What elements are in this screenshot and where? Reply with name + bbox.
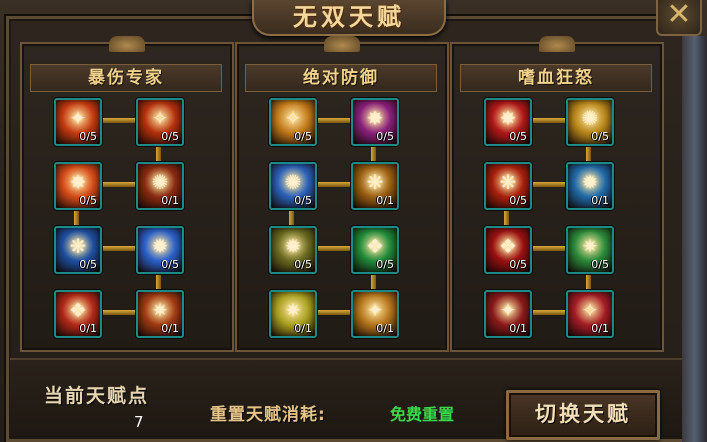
skill-level: 0/1 — [376, 194, 394, 207]
talent-link — [504, 208, 509, 226]
crest-ornament — [539, 36, 575, 52]
talent-skill-slot[interactable]: ✦ 0/1 — [484, 290, 532, 338]
background-scenery — [682, 36, 707, 442]
skill-level: 0/1 — [591, 194, 609, 207]
talent-link — [528, 310, 566, 315]
skill-level: 0/5 — [376, 258, 394, 271]
panel-title: 嗜血狂怒 — [460, 64, 652, 92]
talent-link — [156, 272, 161, 290]
talent-skill-slot[interactable]: ✦ 0/5 — [54, 98, 102, 146]
talent-link — [586, 144, 591, 162]
talent-points-label: 当前天赋点 — [44, 385, 150, 407]
talent-skill-slot[interactable]: ✺ 0/1 — [136, 162, 184, 210]
talent-skill-slot[interactable]: ✧ 0/5 — [136, 98, 184, 146]
talent-panel-defense: 绝对防御 — [235, 36, 449, 352]
skill-level: 0/5 — [294, 130, 312, 143]
skill-level: 0/1 — [376, 322, 394, 335]
talent-link — [313, 310, 351, 315]
skill-level: 0/1 — [161, 194, 179, 207]
talent-skill-slot[interactable]: ✹ 0/1 — [566, 162, 614, 210]
talent-skill-slot[interactable]: ✹ 0/5 — [269, 226, 317, 274]
talent-skill-slot[interactable]: ❋ 0/5 — [484, 162, 532, 210]
skill-level: 0/5 — [509, 258, 527, 271]
skill-level: 0/5 — [591, 258, 609, 271]
talent-link — [528, 118, 566, 123]
skill-level: 0/1 — [294, 322, 312, 335]
skill-level: 0/1 — [509, 322, 527, 335]
talent-link — [156, 144, 161, 162]
talent-skill-slot[interactable]: ✧ 0/5 — [269, 98, 317, 146]
talent-skill-slot[interactable]: ✺ 0/5 — [269, 162, 317, 210]
talent-link — [528, 182, 566, 187]
skill-level: 0/5 — [294, 258, 312, 271]
talent-skill-slot[interactable]: ✹ 0/5 — [136, 226, 184, 274]
panel-title: 绝对防御 — [245, 64, 437, 92]
window-title: 无双天赋 — [293, 2, 405, 31]
talent-skill-slot[interactable]: ✸ 0/5 — [54, 162, 102, 210]
talent-skill-slot[interactable]: ✦ 0/1 — [351, 290, 399, 338]
skill-level: 0/5 — [161, 130, 179, 143]
talent-skill-slot[interactable]: ❋ 0/1 — [351, 162, 399, 210]
talent-link — [313, 118, 351, 123]
talent-link — [313, 182, 351, 187]
skill-level: 0/5 — [79, 194, 97, 207]
skill-level: 0/1 — [79, 322, 97, 335]
talent-link — [371, 144, 376, 162]
talent-panel-crit: 暴伤专家 — [20, 36, 234, 352]
skill-level: 0/5 — [294, 194, 312, 207]
talent-skill-slot[interactable]: ✷ 0/1 — [269, 290, 317, 338]
skill-level: 0/5 — [376, 130, 394, 143]
talent-link — [371, 272, 376, 290]
talent-link — [313, 246, 351, 251]
skill-level: 0/5 — [79, 130, 97, 143]
talent-skill-slot[interactable]: ✷ 0/1 — [136, 290, 184, 338]
talent-link — [289, 208, 294, 226]
talent-panel-fury: 嗜血狂怒 — [450, 36, 664, 352]
talent-skill-slot[interactable]: ❖ 0/5 — [484, 226, 532, 274]
reset-cost-value: 免费重置 — [390, 405, 455, 424]
talent-skill-slot[interactable]: ✺ 0/5 — [566, 98, 614, 146]
talent-link — [98, 246, 136, 251]
skill-level: 0/5 — [509, 194, 527, 207]
crest-ornament — [324, 36, 360, 52]
talent-points-value: 7 — [134, 413, 144, 431]
talent-skill-slot[interactable]: ❖ 0/1 — [54, 290, 102, 338]
talent-skill-slot[interactable]: ❖ 0/5 — [351, 226, 399, 274]
talent-link — [586, 272, 591, 290]
skill-level: 0/1 — [161, 322, 179, 335]
switch-talent-button[interactable]: 切换天赋 — [506, 390, 660, 440]
window-title-plate: 无双天赋 — [252, 0, 446, 36]
skill-level: 0/5 — [79, 258, 97, 271]
talent-link — [74, 208, 79, 226]
talent-skill-slot[interactable]: ✷ 0/5 — [566, 226, 614, 274]
skill-level: 0/5 — [509, 130, 527, 143]
skill-level: 0/1 — [591, 322, 609, 335]
skill-level: 0/5 — [591, 130, 609, 143]
talent-skill-slot[interactable]: ✸ 0/5 — [351, 98, 399, 146]
crest-ornament — [109, 36, 145, 52]
reset-cost-label: 重置天赋消耗: — [210, 405, 326, 425]
skill-level: 0/5 — [161, 258, 179, 271]
close-icon[interactable]: ✕ — [656, 0, 702, 36]
talent-link — [98, 182, 136, 187]
talent-skill-slot[interactable]: ✸ 0/5 — [484, 98, 532, 146]
talent-link — [98, 310, 136, 315]
talent-link — [528, 246, 566, 251]
talent-link — [98, 118, 136, 123]
talent-skill-slot[interactable]: ❋ 0/5 — [54, 226, 102, 274]
panel-title: 暴伤专家 — [30, 64, 222, 92]
talent-skill-slot[interactable]: ✧ 0/1 — [566, 290, 614, 338]
